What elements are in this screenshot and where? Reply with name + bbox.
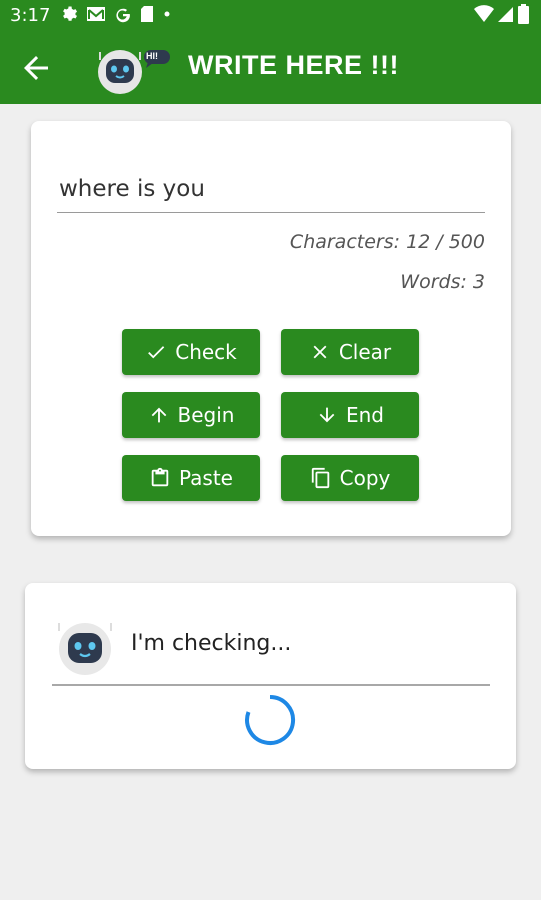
robot-icon (58, 623, 112, 675)
loading-spinner (243, 693, 297, 747)
robot-hi-icon (98, 50, 170, 94)
app-bar: HI! WRITE HERE !!! (0, 30, 541, 104)
check-icon (148, 346, 165, 359)
arrow-down-icon (319, 407, 335, 423)
arrow-left-icon (24, 56, 48, 80)
status-text: I'm checking... (131, 631, 292, 656)
signal-icon (498, 7, 513, 22)
words-count: Words: 3 (400, 271, 485, 293)
back-button[interactable] (18, 50, 54, 86)
paste-button[interactable]: Paste (122, 455, 260, 501)
clear-button[interactable]: Clear (281, 329, 419, 375)
status-icons-right (474, 4, 529, 24)
check-button-label: Check (175, 340, 237, 364)
bot-avatar (55, 617, 115, 677)
check-button[interactable]: Check (122, 329, 260, 375)
mail-icon (87, 7, 105, 21)
app-title: WRITE HERE !!! (188, 50, 399, 80)
editor-card: Characters: 12 / 500 Words: 3 Check Clea… (31, 121, 511, 536)
begin-button-label: Begin (177, 403, 235, 427)
begin-button[interactable]: Begin (122, 392, 260, 438)
battery-icon (518, 4, 529, 24)
paste-button-label: Paste (179, 466, 233, 490)
copy-icon (311, 467, 329, 489)
logo-bubble-text: HI! (146, 51, 158, 61)
divider (52, 684, 490, 686)
dot-icon (164, 11, 170, 17)
end-button[interactable]: End (281, 392, 419, 438)
status-icons-left (60, 5, 172, 23)
sd-card-icon (141, 6, 153, 22)
wifi-icon (474, 5, 494, 22)
copy-button[interactable]: Copy (281, 455, 419, 501)
google-icon (116, 8, 130, 23)
arrow-up-icon (151, 407, 166, 423)
clipboard-icon (151, 467, 169, 487)
clear-button-label: Clear (338, 340, 392, 364)
result-card: I'm checking... (25, 583, 516, 769)
end-button-label: End (345, 403, 384, 427)
text-input[interactable] (57, 165, 485, 213)
characters-count: Characters: 12 / 500 (289, 231, 485, 253)
copy-button-label: Copy (339, 466, 391, 490)
robot-logo: HI! (96, 42, 176, 96)
status-time: 3:17 (10, 5, 51, 26)
status-bar: 3:17 (0, 0, 541, 30)
gear-icon (63, 6, 78, 21)
close-icon (313, 345, 327, 359)
spinner-icon (245, 694, 296, 745)
